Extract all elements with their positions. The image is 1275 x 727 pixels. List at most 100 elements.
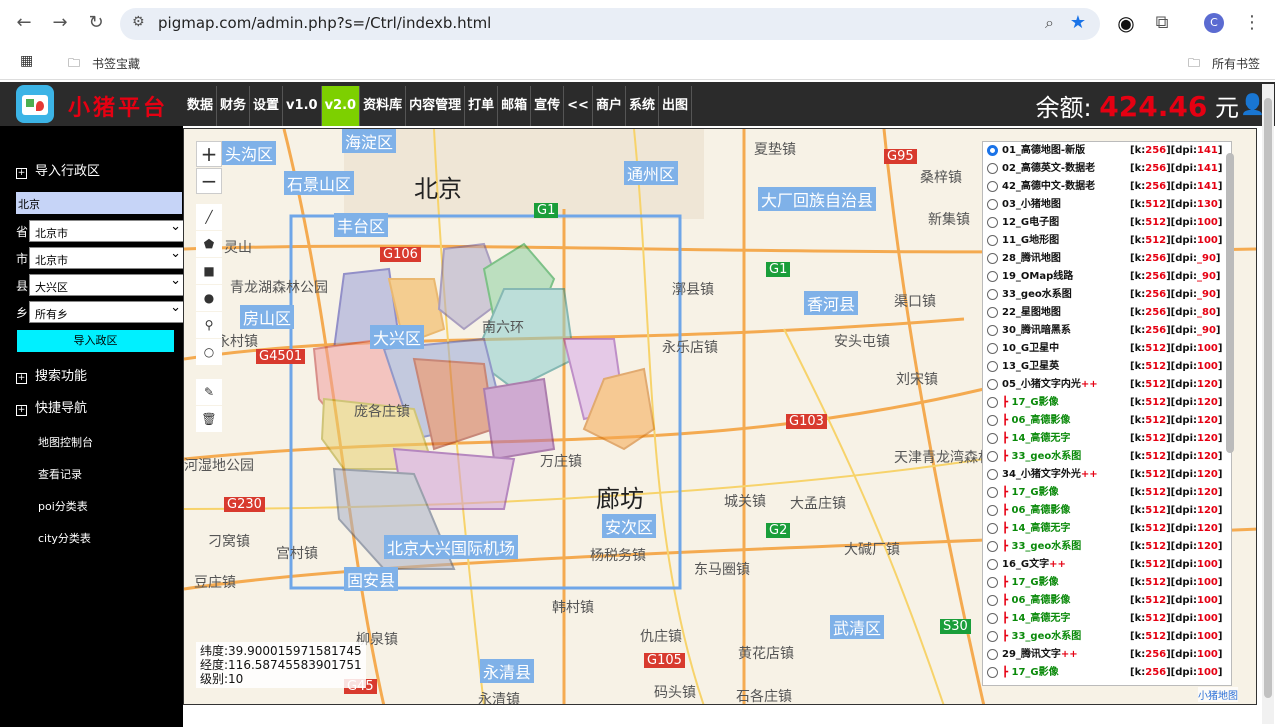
map-canvas[interactable]: 北京 廊坊 海淀区 头沟区 石景山区 丰台区 通州区 房山区 大兴区 香河县 安次区 固安县 永清县 武清… [183, 128, 1257, 705]
layer-item[interactable]: ┣ 17_G影像 [k:256][dpi:100] [983, 664, 1231, 682]
layer-item[interactable]: 29_腾讯文字++ [k:256][dpi:100] [983, 646, 1231, 664]
layer-item[interactable]: 22_星图地图 [k:256][dpi:_80] [983, 304, 1231, 322]
site-settings-icon[interactable]: ⚙ [132, 14, 145, 30]
radio-button[interactable] [987, 667, 998, 678]
delete-icon[interactable]: 🗑 [196, 406, 222, 432]
province-select[interactable]: 北京市 [29, 219, 187, 242]
layer-item[interactable]: ┣ 06_高德影像 [k:512][dpi:100] [983, 592, 1231, 610]
forward-icon[interactable]: → [48, 11, 72, 35]
search-section[interactable]: + 搜索功能 [16, 365, 87, 384]
layer-item[interactable]: 13_G卫星英 [k:512][dpi:100] [983, 358, 1231, 376]
bookmark-folder[interactable]: 书签宝藏 [92, 55, 140, 72]
radio-button[interactable] [987, 433, 998, 444]
radio-button[interactable] [987, 181, 998, 192]
record-icon[interactable]: ◉ [1114, 11, 1138, 35]
radio-button[interactable] [987, 379, 998, 390]
radio-button[interactable] [987, 523, 998, 534]
layer-item[interactable]: 34_小猪文字外光++ [k:512][dpi:120] [983, 466, 1231, 484]
radio-button[interactable] [987, 487, 998, 498]
nav-item[interactable]: << [564, 86, 593, 126]
radio-button[interactable] [987, 163, 998, 174]
layer-item[interactable]: ┣ 06_高德影像 [k:512][dpi:120] [983, 412, 1231, 430]
sidebar-item-city[interactable]: city分类表 [38, 530, 91, 546]
layer-item[interactable]: ┣ 17_G影像 [k:512][dpi:120] [983, 394, 1231, 412]
layer-item[interactable]: ┣ 06_高德影像 [k:512][dpi:120] [983, 502, 1231, 520]
layer-item[interactable]: 16_G文字++ [k:512][dpi:100] [983, 556, 1231, 574]
nav-item[interactable]: v2.0 [321, 86, 361, 126]
nav-item[interactable]: 财务 [217, 86, 251, 126]
radio-button[interactable] [987, 451, 998, 462]
import-region-section[interactable]: + 导入行政区 [16, 160, 100, 179]
layer-item[interactable]: 33_geo水系图 [k:256][dpi:_90] [983, 286, 1231, 304]
sidebar-item-records[interactable]: 查看记录 [38, 466, 82, 482]
layer-item[interactable]: 19_OMap线路 [k:256][dpi:_90] [983, 268, 1231, 286]
radio-button[interactable] [987, 541, 998, 552]
radio-button[interactable] [987, 397, 998, 408]
all-bookmarks[interactable]: 所有书签 [1212, 55, 1260, 72]
sidebar-item-map-console[interactable]: 地图控制台 [38, 434, 93, 450]
draw-rectangle-icon[interactable]: ■ [196, 258, 222, 284]
layer-item[interactable]: ┣ 14_高德无字 [k:512][dpi:120] [983, 430, 1231, 448]
layer-item[interactable]: ┣ 14_高德无字 [k:512][dpi:100] [983, 610, 1231, 628]
apps-icon[interactable]: ▦ [20, 53, 33, 69]
county-select[interactable]: 大兴区 [29, 273, 187, 296]
draw-circle-icon[interactable]: ● [196, 285, 222, 311]
radio-button[interactable] [987, 343, 998, 354]
layer-item[interactable]: 02_高德英文-数据老 [k:256][dpi:141] [983, 160, 1231, 178]
layer-item[interactable]: ┣ 14_高德无字 [k:512][dpi:120] [983, 520, 1231, 538]
nav-item[interactable]: 系统 [626, 86, 659, 126]
radio-button[interactable] [987, 307, 998, 318]
nav-item[interactable]: 宣传 [531, 86, 565, 126]
back-icon[interactable]: ← [12, 11, 36, 35]
layer-item[interactable]: ┣ 33_geo水系图 [k:512][dpi:120] [983, 538, 1231, 556]
layer-item[interactable]: 12_G电子图 [k:512][dpi:100] [983, 214, 1231, 232]
star-icon[interactable]: ★ [1070, 12, 1086, 33]
radio-button[interactable] [987, 199, 998, 210]
nav-item[interactable]: 内容管理 [406, 86, 466, 126]
radio-button[interactable] [987, 595, 998, 606]
radio-button[interactable] [987, 577, 998, 588]
nav-item[interactable]: 商户 [593, 86, 626, 126]
draw-line-icon[interactable]: ╱ [196, 204, 222, 230]
zoom-in-button[interactable]: + [196, 141, 222, 167]
layer-item[interactable]: 11_G地形图 [k:512][dpi:100] [983, 232, 1231, 250]
city-select[interactable]: 北京市 [29, 246, 187, 269]
draw-polygon-icon[interactable]: ⬟ [196, 231, 222, 257]
city-input[interactable]: 北京 [16, 192, 182, 214]
radio-button[interactable] [987, 505, 998, 516]
radio-button[interactable] [987, 253, 998, 264]
layer-item[interactable]: 10_G卫星中 [k:512][dpi:100] [983, 340, 1231, 358]
import-region-button[interactable]: 导入政区 [17, 330, 174, 352]
nav-item[interactable]: 出图 [659, 86, 692, 126]
radio-button[interactable] [987, 217, 998, 228]
nav-item[interactable]: 邮箱 [498, 86, 532, 126]
layer-item[interactable]: ┣ 33_geo水系图 [k:512][dpi:120] [983, 448, 1231, 466]
layer-item[interactable]: 42_高德中文-数据老 [k:256][dpi:141] [983, 178, 1231, 196]
profile-avatar[interactable]: C [1204, 13, 1224, 33]
layer-item[interactable]: 05_小猪文字内光++ [k:512][dpi:120] [983, 376, 1231, 394]
reload-icon[interactable]: ↻ [84, 11, 108, 35]
radio-button[interactable] [987, 289, 998, 300]
zoom-out-button[interactable]: − [196, 168, 222, 194]
address-bar[interactable]: ⚙ pigmap.com/admin.php?s=/Ctrl/indexb.ht… [120, 8, 1100, 40]
radio-button[interactable] [987, 145, 998, 156]
quicknav-section[interactable]: + 快捷导航 [16, 397, 87, 416]
radio-button[interactable] [987, 325, 998, 336]
nav-item[interactable]: 打单 [465, 86, 499, 126]
layer-item[interactable]: 03_小猪地图 [k:512][dpi:130] [983, 196, 1231, 214]
radio-button[interactable] [987, 631, 998, 642]
town-select[interactable]: 所有乡 [29, 300, 187, 323]
edit-icon[interactable]: ✎ [196, 379, 222, 405]
marker-icon[interactable]: ⚲ [196, 312, 222, 338]
nav-item[interactable]: 数据 [184, 86, 218, 126]
radio-button[interactable] [987, 613, 998, 624]
radio-button[interactable] [987, 559, 998, 570]
draw-ring-icon[interactable]: ○ [196, 339, 222, 365]
layer-item[interactable]: 01_高德地图-新版 [k:256][dpi:141] [983, 142, 1231, 160]
radio-button[interactable] [987, 469, 998, 480]
layer-item[interactable]: 30_腾讯暗黑系 [k:256][dpi:_90] [983, 322, 1231, 340]
nav-item[interactable]: 资料库 [360, 86, 407, 126]
nav-item[interactable]: v1.0 [283, 86, 322, 126]
radio-button[interactable] [987, 361, 998, 372]
radio-button[interactable] [987, 235, 998, 246]
